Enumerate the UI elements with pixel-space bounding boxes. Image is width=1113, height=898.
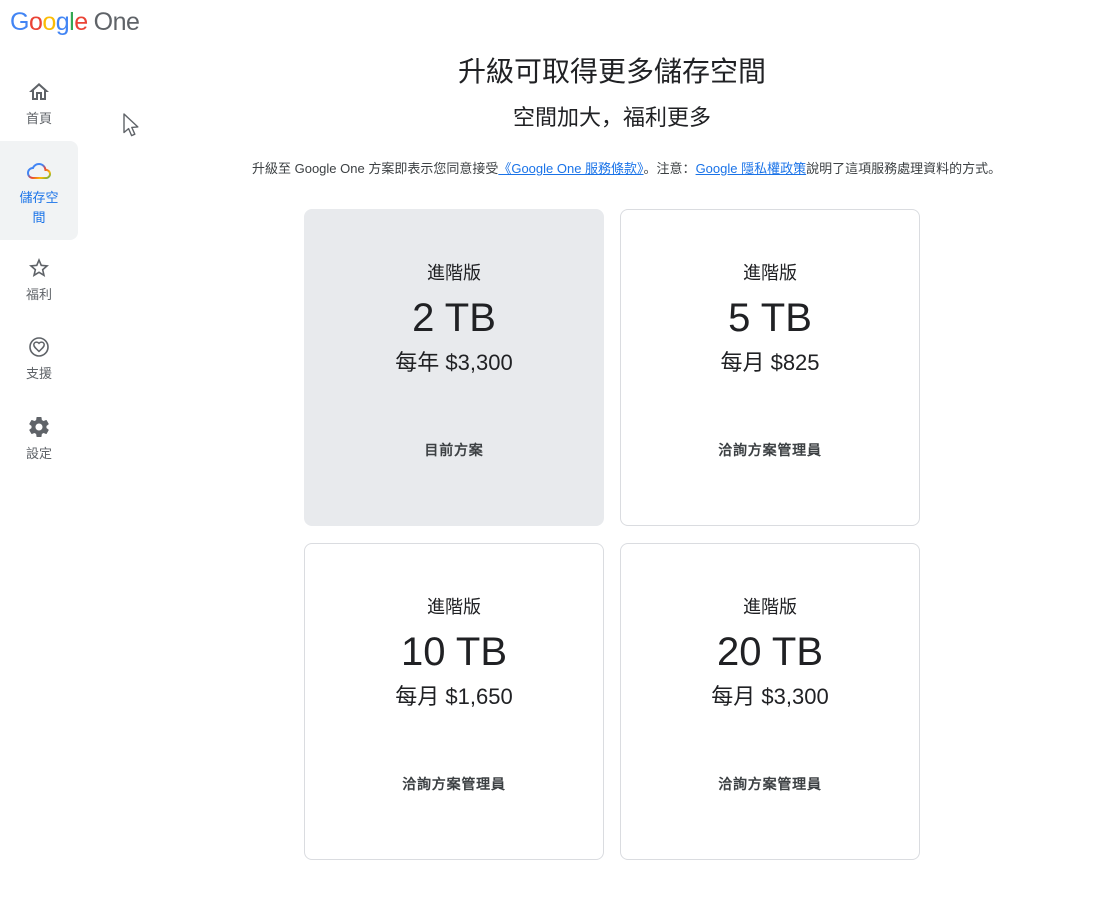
- plan-size: 10 TB: [305, 626, 603, 678]
- support-heart-icon: [27, 335, 51, 359]
- storage-cloud-icon: [27, 159, 51, 183]
- plan-tier: 進階版: [621, 594, 919, 620]
- sidebar: 首頁 儲存空間: [0, 0, 78, 898]
- plan-tier: 進階版: [305, 260, 603, 286]
- contact-admin-label: 洽詢方案管理員: [621, 774, 919, 794]
- terms-of-service-link[interactable]: 《Google One 服務條款》: [498, 161, 643, 176]
- plan-size: 20 TB: [621, 626, 919, 678]
- sidebar-item-storage[interactable]: 儲存空間: [0, 141, 78, 240]
- plan-card-5tb: 進階版 5 TB 每月 $825 洽詢方案管理員: [620, 209, 920, 526]
- privacy-policy-link[interactable]: Google 隱私權政策: [696, 161, 807, 176]
- sidebar-item-label: 首頁: [0, 109, 78, 129]
- sidebar-item-label: 支援: [0, 364, 78, 384]
- disclaimer-text: 說明了這項服務處理資料的方式。: [806, 161, 1001, 176]
- terms-disclaimer: 升級至 Google One 方案即表示您同意接受《Google One 服務條…: [252, 160, 972, 178]
- sidebar-item-label: 福利: [0, 285, 78, 305]
- plan-size: 5 TB: [621, 292, 919, 344]
- plan-price: 每年 $3,300: [305, 348, 603, 378]
- page-subtitle: 空間加大，福利更多: [252, 102, 972, 134]
- main-content: 升級可取得更多儲存空間 空間加大，福利更多 升級至 Google One 方案即…: [252, 44, 972, 860]
- plan-price: 每月 $825: [621, 348, 919, 378]
- plan-tier: 進階版: [621, 260, 919, 286]
- plan-card-10tb: 進階版 10 TB 每月 $1,650 洽詢方案管理員: [304, 543, 604, 860]
- logo-product-name: One: [94, 8, 140, 36]
- plan-card-20tb: 進階版 20 TB 每月 $3,300 洽詢方案管理員: [620, 543, 920, 860]
- plan-grid: 進階版 2 TB 每年 $3,300 目前方案 進階版 5 TB 每月 $825…: [304, 209, 920, 860]
- plan-price: 每月 $1,650: [305, 682, 603, 712]
- sidebar-item-label: 設定: [0, 444, 78, 464]
- sidebar-item-label: 儲存空間: [16, 188, 62, 228]
- sidebar-item-settings[interactable]: 設定: [0, 413, 78, 469]
- mouse-cursor: [122, 112, 141, 144]
- sidebar-item-benefits[interactable]: 福利: [0, 254, 78, 310]
- sidebar-item-support[interactable]: 支援: [0, 333, 78, 389]
- plan-tier: 進階版: [305, 594, 603, 620]
- disclaimer-text: 升級至 Google One 方案即表示您同意接受: [252, 161, 498, 176]
- contact-admin-label: 洽詢方案管理員: [621, 440, 919, 460]
- sidebar-item-home[interactable]: 首頁: [0, 78, 78, 134]
- home-icon: [27, 80, 51, 104]
- plan-size: 2 TB: [305, 292, 603, 344]
- page-title: 升級可取得更多儲存空間: [252, 52, 972, 92]
- disclaimer-text: 。注意：: [644, 161, 696, 176]
- current-plan-label: 目前方案: [305, 440, 603, 460]
- plan-card-2tb: 進階版 2 TB 每年 $3,300 目前方案: [304, 209, 604, 526]
- star-icon: [27, 256, 51, 280]
- plan-price: 每月 $3,300: [621, 682, 919, 712]
- contact-admin-label: 洽詢方案管理員: [305, 774, 603, 794]
- settings-gear-icon: [27, 415, 51, 439]
